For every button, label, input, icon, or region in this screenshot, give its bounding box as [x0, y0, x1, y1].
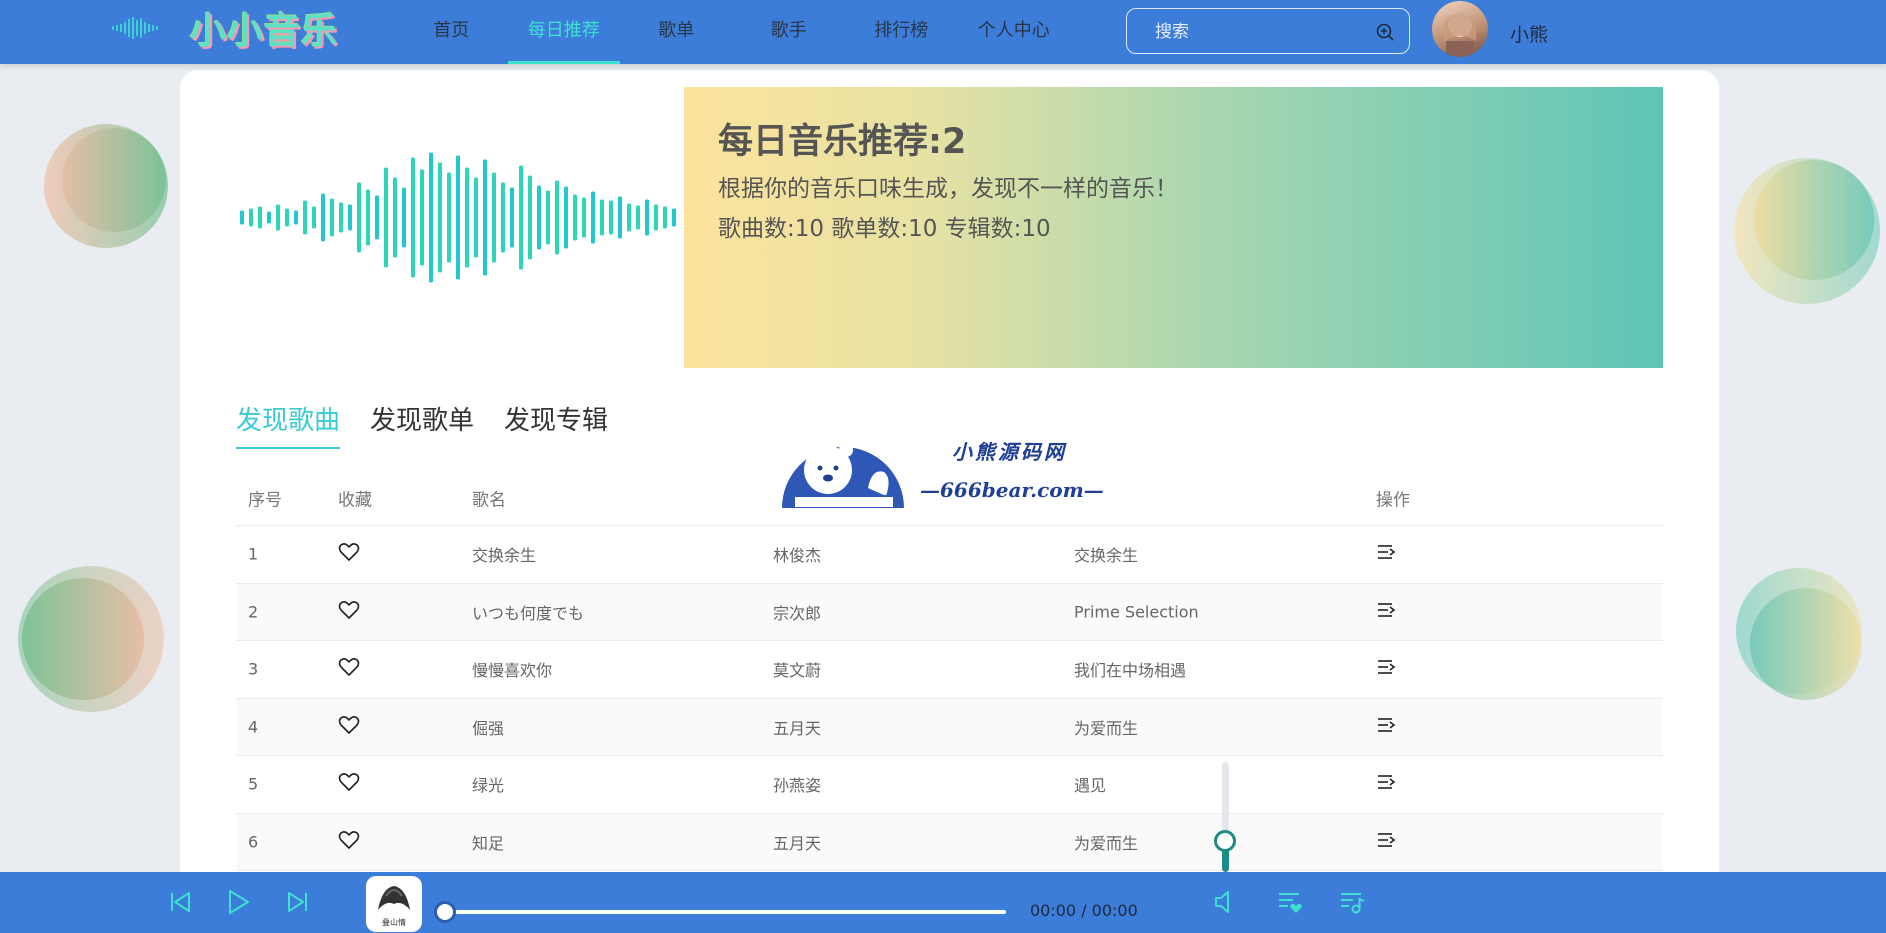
song-album[interactable]: 遇见 — [1074, 772, 1106, 796]
song-name[interactable]: 倔强 — [472, 715, 504, 739]
progress-track[interactable] — [444, 910, 1006, 914]
heart-icon[interactable] — [338, 600, 360, 624]
nav-playlists[interactable]: 歌单 — [620, 0, 733, 64]
nav-charts[interactable]: 排行榜 — [845, 0, 958, 64]
header-index: 序号 — [248, 490, 282, 510]
song-album[interactable]: 为爱而生 — [1074, 830, 1138, 854]
song-album[interactable]: 我们在中场相遇 — [1074, 657, 1186, 681]
username[interactable]: 小熊 — [1510, 20, 1548, 47]
heart-icon[interactable] — [338, 772, 360, 796]
song-album[interactable]: 交换余生 — [1074, 542, 1138, 566]
banner-description: 根据你的音乐口味生成，发现不一样的音乐！ — [718, 176, 1178, 202]
nav-artists[interactable]: 歌手 — [733, 0, 846, 64]
song-artist[interactable]: 五月天 — [773, 715, 821, 739]
add-to-queue-icon[interactable] — [1376, 658, 1396, 680]
progress-handle[interactable] — [434, 901, 456, 923]
play-icon[interactable] — [222, 886, 254, 918]
logo-wave-icon — [112, 17, 158, 39]
watermark-en: —666bear.com— — [920, 478, 1104, 502]
song-index: 4 — [248, 717, 259, 737]
decor-ball — [22, 578, 144, 700]
nav-home[interactable]: 首页 — [395, 0, 508, 64]
table-row[interactable]: 5 绿光 孙燕姿 遇见 — [236, 756, 1663, 814]
nav-daily-recommend[interactable]: 每日推荐 — [507, 0, 620, 64]
song-name[interactable]: 交换余生 — [472, 542, 536, 566]
volume-slider-handle[interactable] — [1214, 830, 1236, 852]
watermark: 小熊源码网 —666bear.com— — [780, 428, 1110, 508]
song-artist[interactable]: 莫文蔚 — [773, 657, 821, 681]
add-to-queue-icon[interactable] — [1376, 773, 1396, 795]
song-artist[interactable]: 宗次郎 — [773, 600, 821, 624]
song-table: 序号 收藏 歌名 操作 1 交换余生 林俊杰 交换余生 2 いつも何度でも 宗次郎 Prime… — [236, 470, 1663, 871]
table-row[interactable]: 2 いつも何度でも 宗次郎 Prime Selection — [236, 583, 1663, 641]
song-name[interactable]: いつも何度でも — [472, 600, 584, 624]
song-artist[interactable]: 林俊杰 — [773, 542, 821, 566]
heart-icon[interactable] — [338, 715, 360, 739]
player-bar: 叠山情 00:00 / 00:00 — [0, 872, 1886, 933]
table-row[interactable]: 1 交换余生 林俊杰 交换余生 — [236, 526, 1663, 584]
song-index: 2 — [248, 602, 259, 622]
song-index: 3 — [248, 659, 259, 679]
banner-stats: 歌曲数:10 歌单数:10 专辑数:10 — [718, 216, 1051, 242]
header-favorite: 收藏 — [338, 490, 372, 510]
volume-icon[interactable] — [1210, 886, 1242, 918]
search-input[interactable] — [1155, 21, 1365, 43]
song-album[interactable]: Prime Selection — [1074, 602, 1199, 621]
bear-logo-icon — [782, 443, 904, 508]
playlist-icon[interactable] — [1336, 886, 1368, 918]
main-nav: 首页 每日推荐 歌单 歌手 排行榜 个人中心 — [395, 0, 1070, 64]
cover-caption: 叠山情 — [382, 918, 406, 927]
song-index: 6 — [248, 832, 259, 852]
song-index: 1 — [248, 544, 259, 564]
table-row[interactable]: 4 倔强 五月天 为爱而生 — [236, 698, 1663, 756]
song-index: 5 — [248, 774, 259, 794]
avatar[interactable] — [1432, 1, 1488, 57]
song-artist[interactable]: 孙燕姿 — [773, 772, 821, 796]
sound-wave-graphic — [240, 152, 676, 283]
watermark-cn: 小熊源码网 — [952, 440, 1067, 464]
add-to-queue-icon[interactable] — [1376, 543, 1396, 565]
add-to-queue-icon[interactable] — [1376, 831, 1396, 853]
nav-profile[interactable]: 个人中心 — [958, 0, 1071, 64]
skip-next-icon[interactable] — [282, 886, 314, 918]
header-song-name: 歌名 — [472, 490, 506, 510]
skip-previous-icon[interactable] — [164, 886, 196, 918]
tab-discover-playlists[interactable]: 发现歌单 — [370, 400, 474, 449]
search-box — [1126, 8, 1410, 54]
top-nav-bar: 小小音乐 首页 每日推荐 歌单 歌手 排行榜 个人中心 小熊 — [0, 0, 1886, 64]
search-icon[interactable] — [1375, 22, 1395, 42]
add-to-queue-icon[interactable] — [1376, 601, 1396, 623]
add-to-queue-icon[interactable] — [1376, 716, 1396, 738]
app-logo[interactable]: 小小音乐 — [190, 2, 338, 54]
song-album[interactable]: 为爱而生 — [1074, 715, 1138, 739]
banner-title: 每日音乐推荐:2 — [718, 122, 967, 162]
song-name[interactable]: 绿光 — [472, 772, 504, 796]
tab-discover-songs[interactable]: 发现歌曲 — [236, 400, 341, 449]
decor-ball — [62, 128, 166, 232]
song-artist[interactable]: 五月天 — [773, 830, 821, 854]
playback-time: 00:00 / 00:00 — [1030, 901, 1138, 920]
heart-icon[interactable] — [338, 657, 360, 681]
table-row[interactable]: 3 慢慢喜欢你 莫文蔚 我们在中场相遇 — [236, 641, 1663, 699]
song-name[interactable]: 慢慢喜欢你 — [472, 657, 552, 681]
album-cover-art — [378, 886, 410, 910]
tab-discover-albums[interactable]: 发现专辑 — [504, 400, 608, 449]
song-name[interactable]: 知足 — [472, 830, 504, 854]
heart-icon[interactable] — [338, 542, 360, 566]
decor-ball — [1754, 160, 1874, 280]
header-operation: 操作 — [1376, 490, 1410, 510]
daily-banner: 每日音乐推荐:2 根据你的音乐口味生成，发现不一样的音乐！ 歌曲数:10 歌单数… — [684, 87, 1663, 368]
heart-icon[interactable] — [338, 830, 360, 854]
discover-tabs: 发现歌曲 发现歌单 发现专辑 — [236, 400, 638, 449]
now-playing-cover[interactable]: 叠山情 — [366, 876, 422, 932]
favorites-list-icon[interactable] — [1274, 886, 1306, 918]
decor-ball — [1750, 588, 1862, 700]
table-row[interactable]: 6 知足 五月天 为爱而生 — [236, 813, 1663, 871]
